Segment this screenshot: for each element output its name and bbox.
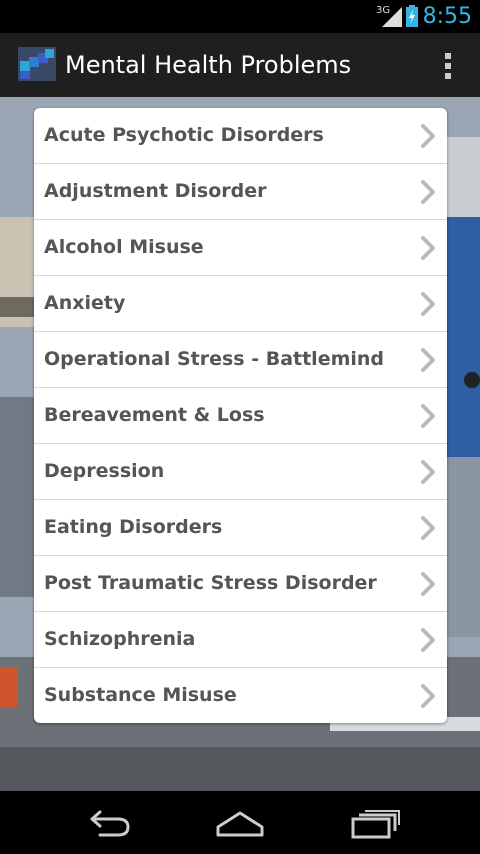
list-item[interactable]: Schizophrenia: [34, 612, 447, 668]
list-item[interactable]: Adjustment Disorder: [34, 164, 447, 220]
list-item[interactable]: Acute Psychotic Disorders: [34, 108, 447, 164]
navigation-bar: [0, 791, 480, 854]
list-item[interactable]: Alcohol Misuse: [34, 220, 447, 276]
app-logo-icon[interactable]: [18, 47, 56, 81]
page-title: Mental Health Problems: [65, 51, 352, 79]
list-item-label: Schizophrenia: [44, 628, 196, 650]
action-bar: Mental Health Problems: [0, 33, 480, 99]
topic-list: Acute Psychotic Disorders Adjustment Diso…: [34, 108, 447, 723]
list-item-label: Alcohol Misuse: [44, 236, 204, 258]
recent-apps-icon[interactable]: [345, 805, 405, 841]
list-item[interactable]: Post Traumatic Stress Disorder: [34, 556, 447, 612]
status-bar: 3G 8:55: [0, 0, 480, 33]
list-item[interactable]: Anxiety: [34, 276, 447, 332]
chevron-right-icon: [421, 124, 435, 148]
chevron-right-icon: [421, 180, 435, 204]
list-item[interactable]: Substance Misuse: [34, 668, 447, 723]
home-icon[interactable]: [210, 805, 270, 841]
list-item-label: Post Traumatic Stress Disorder: [44, 572, 377, 594]
list-item[interactable]: Eating Disorders: [34, 500, 447, 556]
list-item-label: Depression: [44, 460, 165, 482]
chevron-right-icon: [421, 292, 435, 316]
list-item-label: Operational Stress - Battlemind: [44, 348, 385, 370]
chevron-right-icon: [421, 460, 435, 484]
back-icon[interactable]: [78, 805, 138, 841]
overflow-menu-icon[interactable]: [438, 51, 458, 81]
list-item-label: Eating Disorders: [44, 516, 223, 538]
list-item[interactable]: Bereavement & Loss: [34, 388, 447, 444]
chevron-right-icon: [421, 572, 435, 596]
chevron-right-icon: [421, 404, 435, 428]
chevron-right-icon: [421, 236, 435, 260]
list-item[interactable]: Depression: [34, 444, 447, 500]
list-item-label: Anxiety: [44, 292, 126, 314]
list-item[interactable]: Operational Stress - Battlemind: [34, 332, 447, 388]
list-item-label: Acute Psychotic Disorders: [44, 124, 324, 146]
signal-icon: [382, 7, 402, 27]
list-item-label: Adjustment Disorder: [44, 180, 267, 202]
battery-charging-icon: [406, 5, 418, 27]
list-item-label: Substance Misuse: [44, 684, 237, 706]
chevron-right-icon: [421, 684, 435, 708]
list-item-label: Bereavement & Loss: [44, 404, 265, 426]
screen: 3G 8:55 Mental Health Problems Acute Psy…: [0, 0, 480, 854]
status-clock: 8:55: [422, 4, 472, 29]
chevron-right-icon: [421, 348, 435, 372]
chevron-right-icon: [421, 516, 435, 540]
chevron-right-icon: [421, 628, 435, 652]
